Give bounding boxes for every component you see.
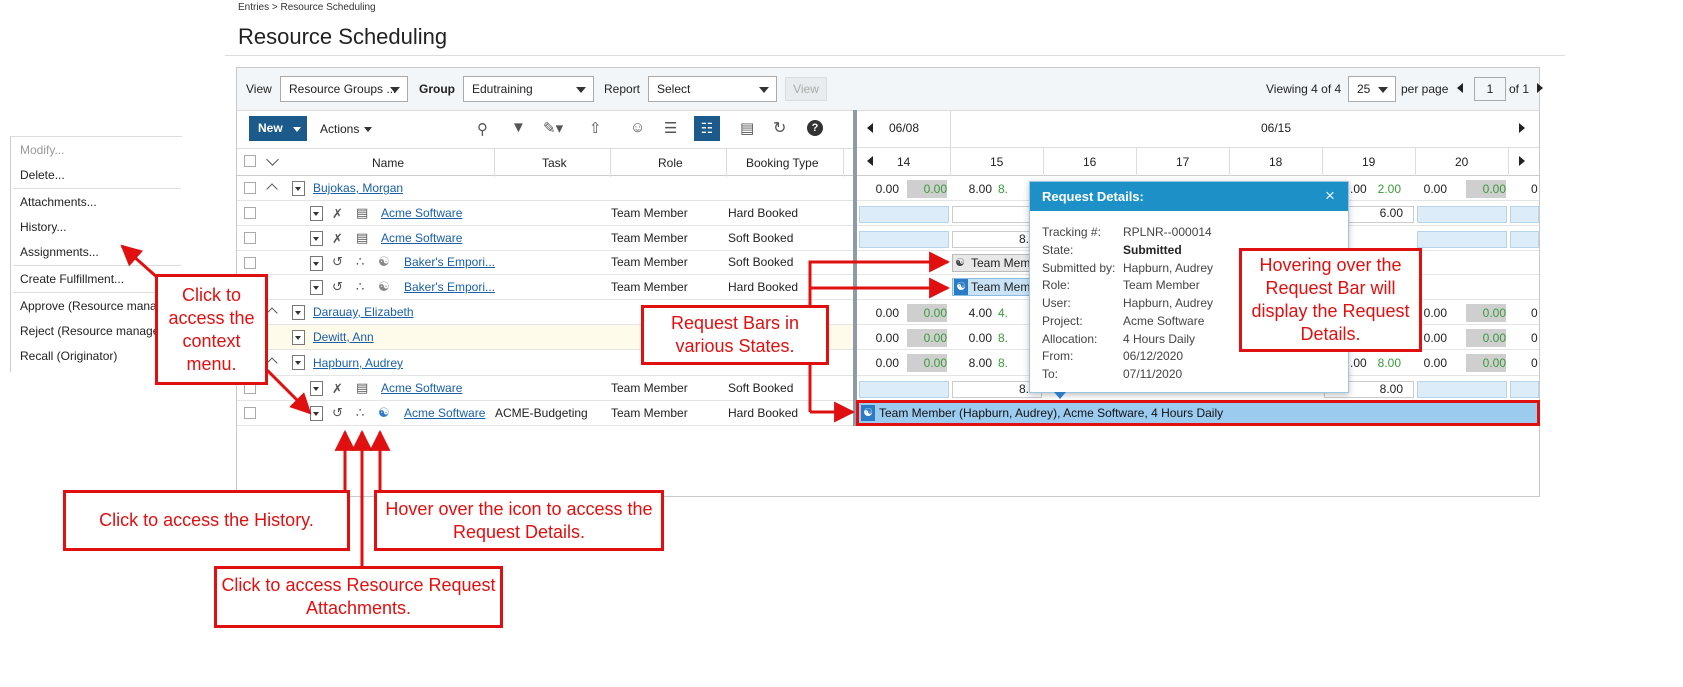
callout-hover-details: Hovering over the Request Bar will displ…	[1239, 248, 1422, 352]
callout-request-bars: Request Bars in various States.	[641, 305, 829, 365]
arrow-context-dropdown	[263, 366, 312, 415]
callout-history: Click to access the History.	[63, 490, 350, 551]
callout-attachments: Click to access Resource Request Attachm…	[214, 566, 503, 628]
callout-context-menu: Click to access the context menu.	[155, 274, 268, 385]
callout-request-icon: Hover over the icon to access the Reques…	[374, 490, 664, 551]
